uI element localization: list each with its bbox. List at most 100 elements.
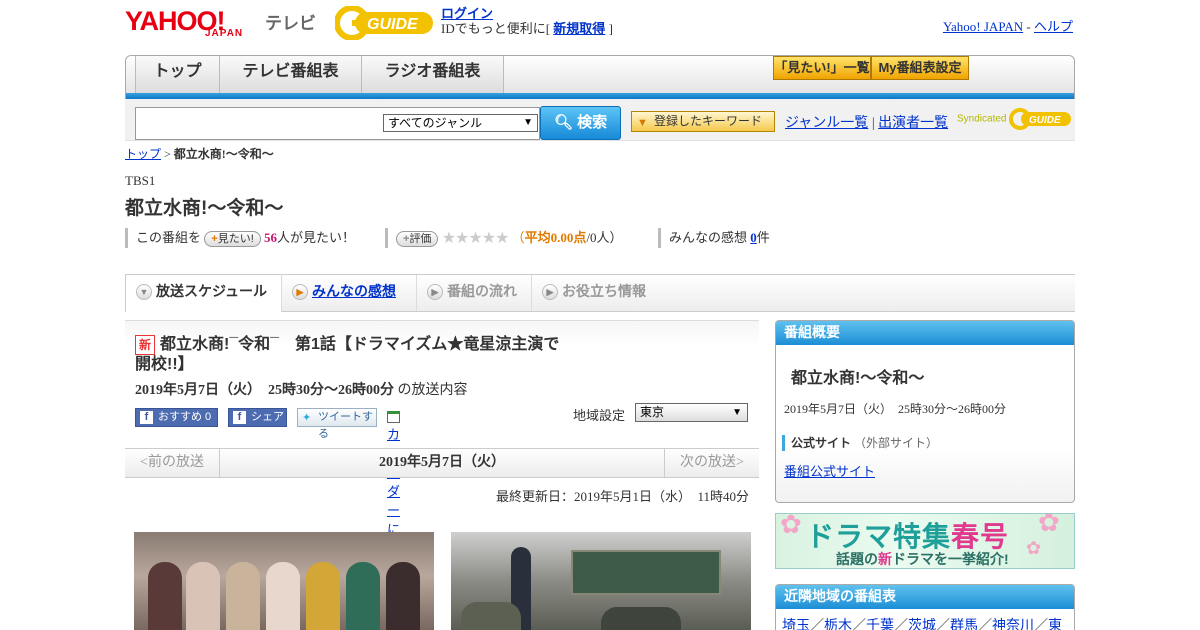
region-select-value: 東京	[640, 405, 665, 419]
program-tabs: ▼ 放送スケジュール ▶ みんなの感想 ▶ 番組の流れ ▶ お役立ち情報	[125, 274, 1075, 312]
nearby-link-tochigi[interactable]: 栃木	[824, 619, 852, 630]
tab-impressions[interactable]: ▶ みんなの感想	[282, 275, 417, 311]
prev-broadcast-link[interactable]: <前の放送	[125, 449, 220, 477]
login-text: IDでもっと便利に[	[441, 21, 551, 36]
nearby-sep: ／	[936, 619, 950, 630]
nearby-link-ibaraki[interactable]: 茨城	[908, 619, 936, 630]
tab-impressions-label[interactable]: みんなの感想	[312, 283, 396, 299]
guide-logo-text: GUIDE	[367, 16, 419, 33]
overview-date: 2019年5月7日（火） 25時30分～26時00分	[784, 402, 1007, 416]
twitter-bird-icon: ✦	[302, 412, 312, 424]
official-site-label: 公式サイト	[791, 436, 852, 450]
tweet-button[interactable]: ✦ ツイートする	[297, 408, 377, 440]
overview-header: 番組概要	[776, 321, 1074, 345]
my-schedule-button[interactable]: My番組表設定	[871, 56, 969, 80]
photo-figure	[386, 562, 420, 630]
nearby-link-kanagawa[interactable]: 神奈川	[992, 619, 1034, 630]
help-link[interactable]: ヘルプ	[1034, 19, 1073, 34]
genre-select[interactable]: すべてのジャンル ▼	[383, 114, 538, 132]
nearby-links: 埼玉／栃木／千葉／茨城／群馬／神奈川／東	[776, 609, 1074, 630]
broadcast-pager: <前の放送 2019年5月7日（火） 次の放送>	[125, 448, 759, 478]
nearby-sep: ／	[852, 619, 866, 630]
nav-tab-top[interactable]: トップ	[135, 56, 220, 93]
search-button[interactable]: 🔍︎ 検索	[540, 106, 621, 140]
breadcrumb-current: 都立水商!～令和～	[173, 147, 274, 161]
episode-date: 2019年5月7日（火） 25時30分～26時00分 の放送内容	[135, 379, 468, 399]
tab-useful-info: ▶ お役立ち情報	[532, 275, 667, 311]
photo-blackboard	[571, 550, 721, 595]
tab-program-flow: ▶ 番組の流れ	[417, 275, 532, 311]
impressions-prefix: みんなの感想	[669, 230, 748, 245]
official-site-link[interactable]: 番組公式サイト	[784, 464, 875, 479]
flower-icon: ✿	[780, 513, 802, 539]
nearby-link-gunma[interactable]: 群馬	[950, 619, 978, 630]
tab-program-flow-label: 番組の流れ	[447, 283, 517, 299]
rating-stars: ★★★★★	[441, 230, 510, 248]
want-count: 56	[264, 230, 278, 245]
facebook-icon: f	[233, 411, 246, 424]
region-select[interactable]: 東京 ▼	[635, 403, 748, 422]
nearby-sep: ／	[978, 619, 992, 630]
overview-title: 都立水商!～令和～	[791, 370, 925, 387]
header-links: Yahoo! JAPAN - ヘルプ	[943, 16, 1073, 35]
fb-recommend-label: おすすめ 0	[158, 411, 212, 423]
rating-people: /0人）	[586, 230, 623, 245]
nearby-link-saitama[interactable]: 埼玉	[782, 619, 810, 630]
genre-list-link[interactable]: ジャンル一覧	[785, 116, 868, 131]
cast-photo[interactable]	[134, 532, 434, 630]
breadcrumb: トップ > 都立水商!～令和～	[125, 145, 1075, 162]
overview-panel: 番組概要 都立水商!～令和～ 2019年5月7日（火） 25時30分～26時00…	[775, 320, 1075, 503]
nav-tab-radio[interactable]: ラジオ番組表	[362, 56, 504, 93]
flower-icon: ✿	[1026, 538, 1042, 558]
g-guide-small-logo: GUIDE	[1009, 108, 1072, 130]
episode-date-value: 2019年5月7日（火） 25時30分～26時00分	[135, 383, 394, 398]
photo-figure	[226, 562, 260, 630]
nearby-sep: ／	[810, 619, 824, 630]
banner-sub-b: ドラマを一挙紹介!	[892, 551, 1009, 567]
header-separator: -	[1026, 19, 1031, 34]
page: YAHOO! JAPAN テレビ GUIDE ログイン IDでもっと便利に[ 新…	[125, 0, 1075, 630]
next-broadcast-link[interactable]: 次の放送>	[664, 449, 759, 477]
nearby-sep: ／	[894, 619, 908, 630]
login-link[interactable]: ログイン	[441, 6, 493, 21]
new-badge: 新	[135, 335, 155, 355]
episode-title: 都立水商!¯令和¯ 第1話【ドラマイズム★竜星涼主演で開校!!】	[135, 336, 560, 373]
search-links-divider: |	[871, 116, 875, 131]
nearby-link-tokyo[interactable]: 東	[1048, 619, 1062, 630]
region-label: 地域設定	[573, 408, 626, 423]
last-updated: 最終更新日：2019年5月1日（水） 11時40分	[495, 489, 749, 504]
rate-button-label: 評価	[409, 233, 432, 246]
tab-schedule[interactable]: ▼ 放送スケジュール	[125, 274, 282, 312]
episode-date-suffix: の放送内容	[397, 383, 468, 398]
watch-list-button[interactable]: 「見たい!」一覧	[773, 56, 871, 80]
syndicated-label: Syndicated GUIDE	[957, 108, 1073, 130]
chevron-down-icon: ▼	[136, 284, 152, 300]
g-guide-logo[interactable]: GUIDE	[335, 6, 433, 40]
photo-figure	[186, 562, 220, 630]
classroom-photo[interactable]	[451, 532, 751, 630]
want-button[interactable]: +見たい!	[204, 231, 261, 248]
fb-share-button[interactable]: f シェア	[228, 408, 287, 427]
photo-figure	[346, 562, 380, 630]
photo-figure	[148, 562, 182, 630]
region-setting: 地域設定 東京 ▼	[573, 403, 748, 424]
banner-sub-new: 新	[878, 551, 892, 567]
current-broadcast-date: 2019年5月7日（火）	[379, 455, 505, 470]
keyword-button[interactable]: ▼ 登録したキーワード	[631, 111, 775, 132]
fb-recommend-button[interactable]: f おすすめ 0	[135, 408, 218, 427]
facebook-icon: f	[140, 411, 153, 424]
cast-list-link[interactable]: 出演者一覧	[878, 116, 948, 131]
genre-select-value: すべてのジャンル	[388, 116, 483, 130]
nav-tab-tv[interactable]: テレビ番組表	[220, 56, 362, 93]
nearby-link-chiba[interactable]: 千葉	[866, 619, 894, 630]
tv-label[interactable]: テレビ	[265, 9, 316, 34]
yahoo-japan-link[interactable]: Yahoo! JAPAN	[943, 19, 1023, 34]
signup-link[interactable]: 新規取得	[553, 21, 605, 36]
official-site-note: （外部サイト）	[854, 436, 939, 450]
nearby-sep: ／	[1034, 619, 1048, 630]
rating-block: +評価 ★★★★★ （平均0.00点/0人）	[385, 228, 623, 248]
drama-special-banner[interactable]: ✿ ✿ ✿ ドラマ特集春号 話題の新ドラマを一挙紹介!	[775, 513, 1075, 569]
rate-button[interactable]: +評価	[396, 231, 439, 248]
breadcrumb-home-link[interactable]: トップ	[125, 147, 161, 161]
rating-average: 平均0.00点	[524, 230, 587, 245]
